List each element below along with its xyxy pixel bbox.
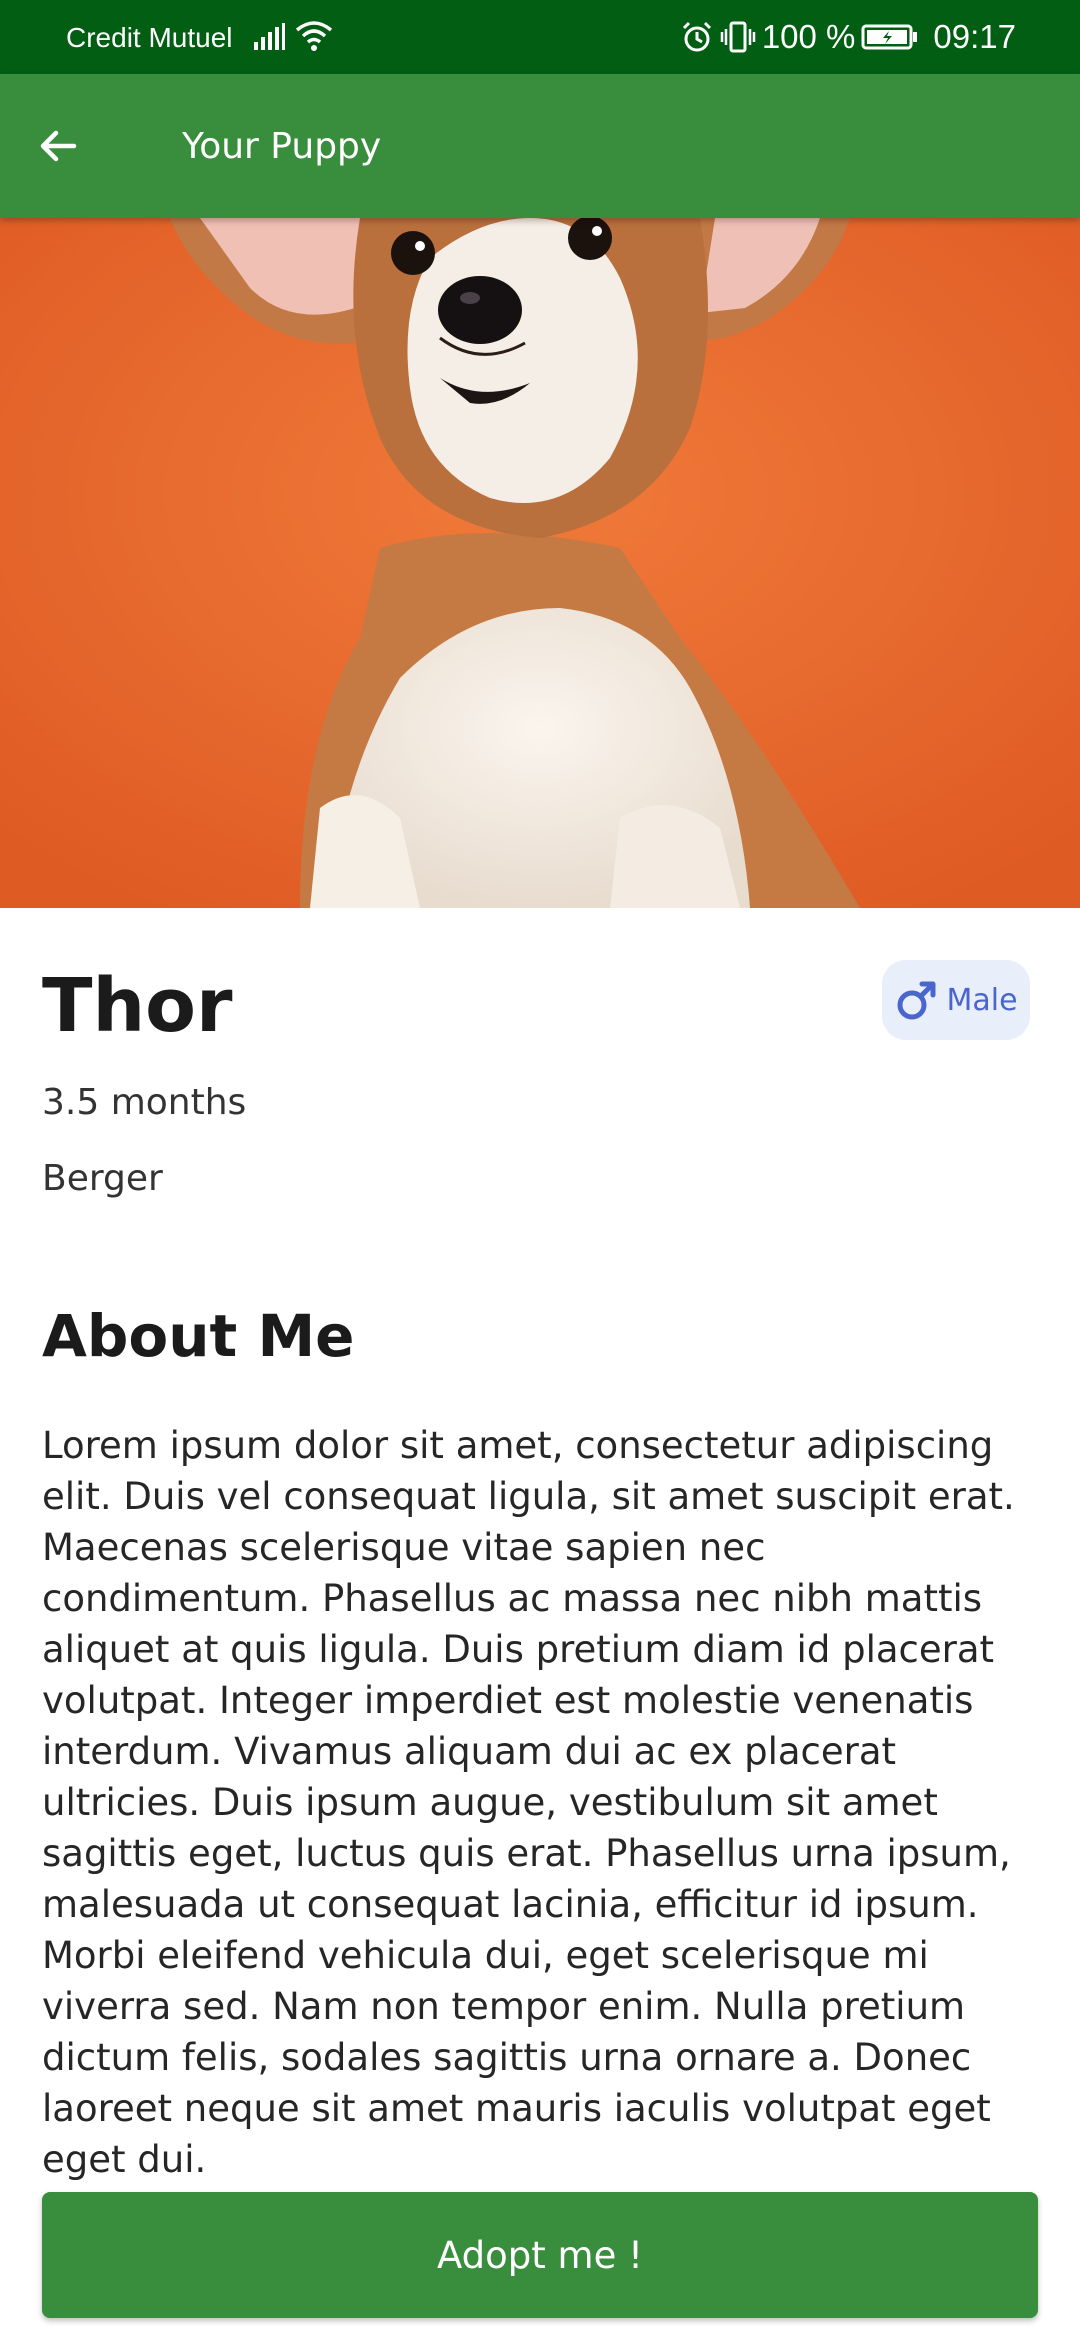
gender-chip: Male — [882, 960, 1030, 1040]
male-icon — [897, 981, 936, 1020]
wifi-icon — [295, 21, 333, 51]
adopt-button[interactable]: Adopt me ! — [42, 2192, 1038, 2318]
gender-label: Male — [946, 982, 1018, 1018]
arrow-back-icon[interactable] — [34, 122, 82, 170]
about-description: Lorem ipsum dolor sit amet, consectetur … — [42, 1424, 1015, 2181]
puppy-breed: Berger — [42, 1158, 163, 1199]
battery-icon — [861, 24, 918, 50]
clock: 09:17 — [933, 18, 1016, 55]
status-bar: Credit Mutuel 100 % 09:17 — [0, 0, 1080, 74]
puppy-name: Thor — [42, 963, 233, 1049]
vibrate-icon — [720, 21, 756, 53]
status-right-group: 100 % 09:17 — [680, 18, 1016, 56]
carrier-name: Credit Mutuel — [66, 22, 233, 53]
about-heading: About Me — [42, 1302, 355, 1370]
signal-icon — [254, 23, 285, 50]
page-title: Your Puppy — [182, 126, 382, 167]
alarm-icon — [682, 21, 711, 52]
battery-percent: 100 % — [761, 18, 856, 55]
puppy-photo — [0, 218, 1080, 908]
puppy-age: 3.5 months — [42, 1082, 247, 1123]
app-bar: Your Puppy — [0, 74, 1080, 218]
